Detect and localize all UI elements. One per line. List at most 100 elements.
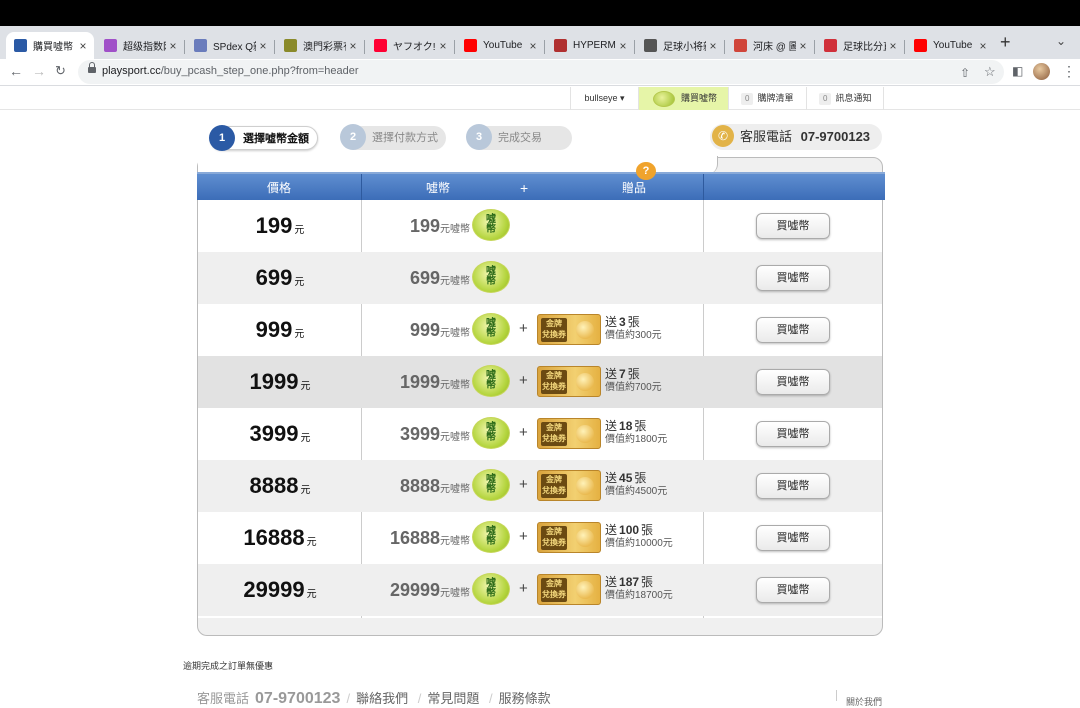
service-phone: ✆ 客服電話 07-9700123 bbox=[710, 124, 882, 150]
tab-close-icon[interactable]: × bbox=[976, 39, 990, 53]
table-row: 16888 元 16888元噓幣噓 幣 + 金牌 兌換券送 100 張價值約10000元 買噓… bbox=[198, 512, 882, 564]
share-icon[interactable]: ⇧ bbox=[960, 66, 970, 80]
tab-0[interactable]: 購買噓幣 × bbox=[6, 32, 94, 59]
buy-coins-button[interactable]: 買噓幣 bbox=[756, 473, 830, 499]
tab-4[interactable]: ヤフオク! × bbox=[366, 32, 454, 59]
price-value: 1999 bbox=[249, 369, 299, 394]
cart-label: 購牌清單 bbox=[757, 93, 794, 103]
gift-count: 187 bbox=[619, 575, 640, 589]
price-table: 199 元 199元噓幣噓 幣買噓幣 699 元 699元噓幣噓 幣買噓幣 999 元 999元… bbox=[198, 200, 882, 618]
table-row: 699 元 699元噓幣噓 幣買噓幣 bbox=[198, 252, 882, 304]
coin-amount: 29999元噓幣 bbox=[360, 564, 470, 616]
step-1: 1 選擇噓幣金額 bbox=[209, 125, 318, 151]
tab-5[interactable]: YouTube × bbox=[456, 32, 544, 59]
cart-link[interactable]: 0 購牌清單 bbox=[728, 87, 806, 110]
coin-amount: 999元噓幣 bbox=[360, 304, 470, 356]
tab-title: 河床 @ 圖 bbox=[753, 42, 796, 53]
side-panel-icon[interactable]: ◧ bbox=[1012, 64, 1023, 78]
tab-close-icon[interactable]: × bbox=[346, 39, 360, 53]
back-icon[interactable]: ← bbox=[9, 63, 23, 79]
buy-coins-button[interactable]: 買噓幣 bbox=[756, 317, 830, 343]
tab-1[interactable]: 超级指数网× bbox=[96, 32, 184, 59]
gift-help-icon[interactable]: ? bbox=[636, 162, 656, 180]
tab-close-icon[interactable]: × bbox=[166, 39, 180, 53]
gift-unit: 張 bbox=[634, 419, 647, 433]
gift-send: 送 bbox=[605, 419, 618, 433]
reload-icon[interactable]: ↻ bbox=[55, 63, 66, 79]
buy-coins-button[interactable]: 買噓幣 bbox=[756, 265, 830, 291]
tab-close-icon[interactable]: × bbox=[886, 39, 900, 53]
ticket-label: 金牌 兌換券 bbox=[541, 526, 567, 550]
buy-coins-link[interactable]: 購買噓幣 bbox=[638, 87, 728, 110]
coin-unit: 元噓幣 bbox=[440, 380, 470, 391]
buy-coins-button[interactable]: 買噓幣 bbox=[756, 369, 830, 395]
price-unit: 元 bbox=[300, 381, 311, 392]
tab-title: 足球比分直 bbox=[843, 42, 886, 53]
gold-ticket-icon: 金牌 兌換券 bbox=[537, 470, 601, 501]
tab-close-icon[interactable]: × bbox=[76, 39, 90, 53]
footer-about-link[interactable]: 關於我們 bbox=[846, 695, 882, 708]
tab-title: YouTube bbox=[483, 40, 523, 51]
coin-icon bbox=[653, 90, 675, 107]
price-value: 699 bbox=[255, 265, 293, 290]
tab-3[interactable]: 澳門彩票有× bbox=[276, 32, 364, 59]
s-icon bbox=[194, 39, 207, 52]
buy-coins-button[interactable]: 買噓幣 bbox=[756, 577, 830, 603]
tab-close-icon[interactable]: × bbox=[526, 39, 540, 53]
tab-close-icon[interactable]: × bbox=[256, 39, 270, 53]
tab-8[interactable]: 河床 @ 圖 × bbox=[726, 32, 814, 59]
header-price: 價格 bbox=[266, 181, 291, 195]
ball-icon bbox=[576, 321, 594, 339]
table-row: 8888 元 8888元噓幣噓 幣 + 金牌 兌換券送 45 張價值約4500元 買噓幣 bbox=[198, 460, 882, 512]
tab-title: 超级指数网 bbox=[123, 42, 166, 53]
tab-2[interactable]: SPdex Q新× bbox=[186, 32, 274, 59]
footer-terms-link[interactable]: 服務條款 bbox=[499, 691, 551, 706]
url-field[interactable]: playsport.cc/buy_pcash_step_one.php?from… bbox=[78, 60, 1004, 84]
footer-faq-link[interactable]: 常見問題 bbox=[427, 691, 479, 706]
gift-value: 價值約18700元 bbox=[605, 590, 673, 601]
buy-coins-button[interactable]: 買噓幣 bbox=[756, 421, 830, 447]
tab-close-icon[interactable]: × bbox=[796, 39, 810, 53]
tab-close-icon[interactable]: × bbox=[616, 39, 630, 53]
gift-unit: 張 bbox=[641, 575, 654, 589]
tab-title: YouTube bbox=[933, 40, 973, 51]
profile-avatar[interactable] bbox=[1033, 63, 1050, 80]
tab-close-icon[interactable]: × bbox=[436, 39, 450, 53]
coin-value: 1999 bbox=[399, 372, 440, 392]
coin-value: 8888 bbox=[399, 476, 440, 496]
coin-unit: 元噓幣 bbox=[440, 328, 470, 339]
tab-close-icon[interactable]: × bbox=[706, 39, 720, 53]
price-cell: 1999 元 bbox=[198, 356, 362, 408]
gold-ticket-icon: 金牌 兌換券 bbox=[537, 522, 601, 553]
footer-contact-link[interactable]: 聯絡我們 bbox=[356, 691, 408, 706]
tab-search-icon[interactable]: ⌄ bbox=[1056, 34, 1066, 48]
gift-unit: 張 bbox=[634, 471, 647, 485]
gold-ticket-icon: 金牌 兌換券 bbox=[537, 574, 601, 605]
coin-unit: 元噓幣 bbox=[440, 432, 470, 443]
bookmark-star-icon[interactable]: ☆ bbox=[984, 64, 996, 80]
price-cell: 8888 元 bbox=[198, 460, 362, 512]
new-tab-button[interactable]: + bbox=[1000, 32, 1011, 53]
tab-6[interactable]: HYPERMO× bbox=[546, 32, 634, 59]
user-menu[interactable]: bullseye ▾ bbox=[570, 87, 638, 110]
gift-text: 送 187 張價值約18700元 bbox=[605, 575, 673, 603]
coin-logo-text: 噓 幣 bbox=[486, 422, 496, 443]
url-host: playsport.cc bbox=[102, 65, 161, 77]
menu-kebab-icon[interactable]: ⋮ bbox=[1062, 63, 1076, 80]
playsport-icon bbox=[14, 39, 27, 52]
tab-9[interactable]: 足球比分直× bbox=[816, 32, 904, 59]
step-number: 3 bbox=[466, 124, 492, 150]
tab-title: 購買噓幣 bbox=[33, 42, 73, 53]
gift-value: 價值約10000元 bbox=[605, 538, 673, 549]
tab-strip: 購買噓幣×超级指数网×SPdex Q新×澳門彩票有×ヤフオク!×YouTube×… bbox=[0, 26, 1080, 59]
coin-amount: 699元噓幣 bbox=[360, 252, 470, 304]
buy-coins-button[interactable]: 買噓幣 bbox=[756, 525, 830, 551]
price-unit: 元 bbox=[294, 225, 305, 236]
plus-sign: + bbox=[519, 528, 528, 545]
tab-7[interactable]: 足球小将新× bbox=[636, 32, 724, 59]
forward-icon[interactable]: → bbox=[32, 63, 46, 79]
messages-link[interactable]: 0 訊息通知 bbox=[806, 87, 884, 110]
buy-coins-button[interactable]: 買噓幣 bbox=[756, 213, 830, 239]
gift-value: 價值約700元 bbox=[605, 382, 662, 393]
tab-10[interactable]: YouTube × bbox=[906, 32, 994, 59]
